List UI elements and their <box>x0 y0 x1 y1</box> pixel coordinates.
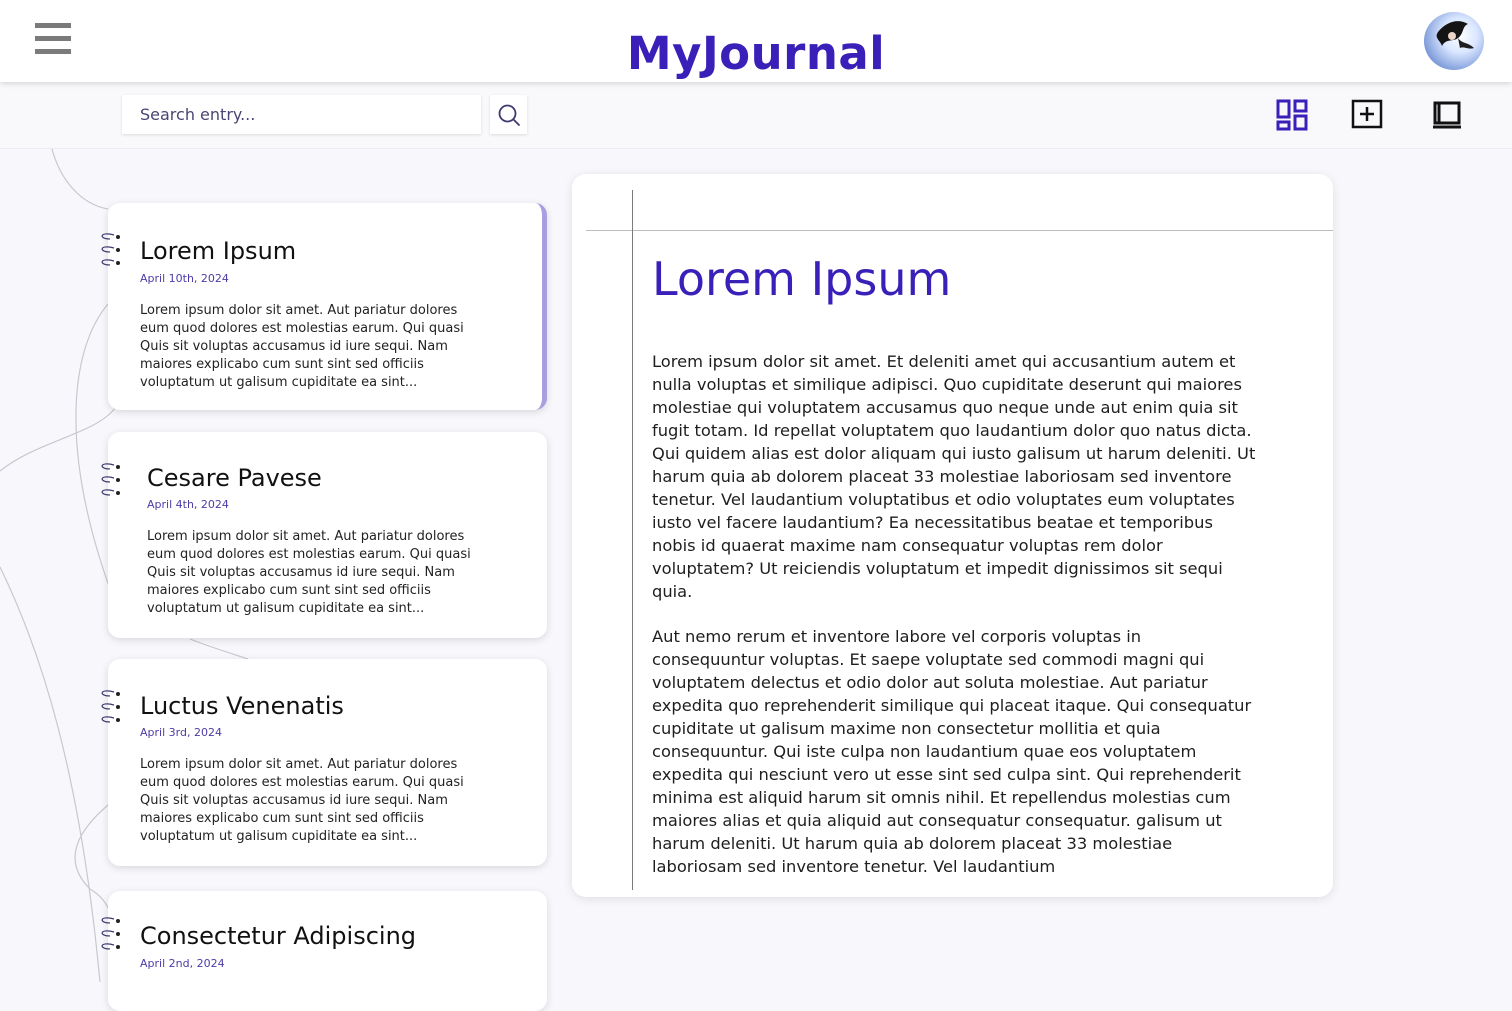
entry-date: April 4th, 2024 <box>147 498 229 511</box>
entry-title: Cesare Pavese <box>147 464 322 492</box>
spiral-binding-icon <box>101 463 120 496</box>
entry-date: April 10th, 2024 <box>140 272 229 285</box>
entry-title: Consectetur Adipiscing <box>140 922 417 950</box>
avatar[interactable] <box>1424 12 1484 70</box>
margin-line-vertical <box>632 190 633 890</box>
entry-date: April 3rd, 2024 <box>140 726 222 739</box>
app-title: MyJournal <box>626 27 886 80</box>
reader-paragraph: Lorem ipsum dolor sit amet. Et deleniti … <box>652 352 1256 601</box>
spiral-binding-icon <box>101 917 120 950</box>
book-icon[interactable] <box>1431 99 1463 131</box>
entry-card[interactable]: Luctus Venenatis April 3rd, 2024 Lorem i… <box>101 659 547 866</box>
add-entry-icon[interactable] <box>1351 99 1383 131</box>
entry-card[interactable]: Lorem Ipsum April 10th, 2024 Lorem ipsum… <box>101 203 547 410</box>
top-bar: MyJournal <box>0 0 1512 82</box>
entry-reader: Lorem Ipsum Lorem ipsum dolor sit amet. … <box>572 174 1333 897</box>
spiral-binding-icon <box>101 690 120 723</box>
entry-title: Luctus Venenatis <box>140 692 344 720</box>
reader-title: Lorem Ipsum <box>652 252 952 306</box>
toolbar <box>0 82 1512 149</box>
spiral-binding-icon <box>101 233 120 266</box>
search-input[interactable] <box>122 95 481 134</box>
reader-body: Lorem ipsum dolor sit amet. Et deleniti … <box>652 350 1257 878</box>
entry-excerpt: Lorem ipsum dolor sit amet. Aut pariatur… <box>140 303 464 390</box>
dashboard-icon[interactable] <box>1276 99 1308 131</box>
entry-excerpt: Lorem ipsum dolor sit amet. Aut pariatur… <box>147 529 471 616</box>
reader-paragraph: Aut nemo rerum et inventore labore vel c… <box>652 627 1252 876</box>
entry-title: Lorem Ipsum <box>140 237 297 265</box>
search-icon <box>498 104 520 126</box>
margin-line-horizontal <box>586 230 1333 231</box>
entry-card[interactable]: Consectetur Adipiscing April 2nd, 2024 <box>101 891 547 1011</box>
search-button[interactable] <box>490 95 527 134</box>
entry-card[interactable]: Cesare Pavese April 4th, 2024 Lorem ipsu… <box>101 432 547 638</box>
entry-excerpt: Lorem ipsum dolor sit amet. Aut pariatur… <box>140 757 464 844</box>
entry-date: April 2nd, 2024 <box>140 957 225 970</box>
